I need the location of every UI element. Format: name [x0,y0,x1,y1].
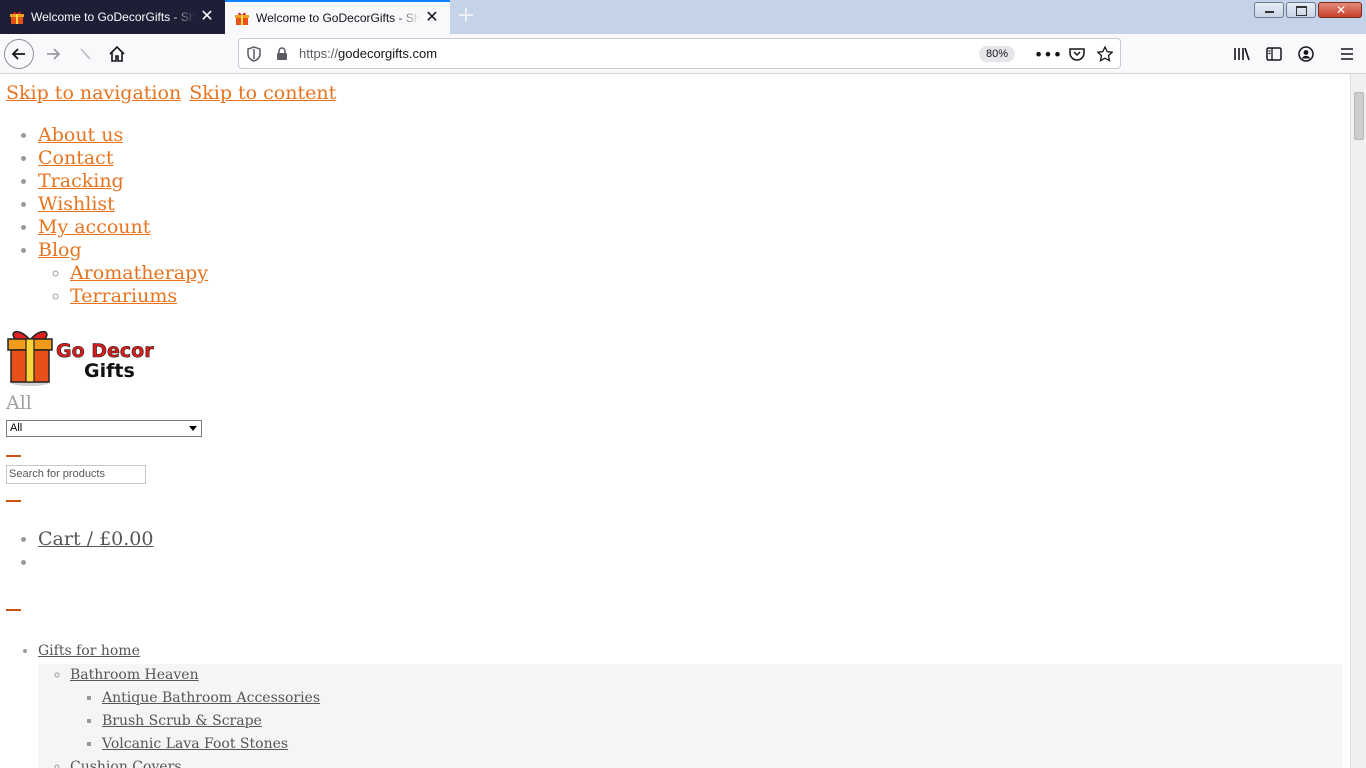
logo-text-line1: Go Decor [56,340,154,362]
my-account-link[interactable]: My account [38,216,150,238]
chevron-down-icon [189,426,197,431]
shield-icon[interactable] [245,45,263,63]
cart-menu: Cart / £0.00 [0,528,153,574]
skip-to-content-link[interactable]: Skip to content [189,82,336,104]
main-menu-item: Gifts for home Bathroom Heaven Antique B… [38,641,1350,768]
url-host: godecorgifts.com [338,46,438,61]
library-icon[interactable] [1231,43,1253,65]
search-input[interactable]: Search for products [6,465,146,484]
address-bar[interactable]: https://godecorgifts.com 80% ••• [238,38,1121,69]
top-menu-item: Blog Aromatherapy Terrariums [38,239,208,307]
cushion-covers-link[interactable]: Cushion Covers [70,756,182,768]
contact-link[interactable]: Contact [38,147,113,169]
sub-submenu-item: Brush Scrub & Scrape [102,710,1342,733]
wishlist-link[interactable]: Wishlist [38,193,115,215]
submenu-item: Bathroom Heaven Antique Bathroom Accesso… [70,664,1342,756]
site-logo[interactable]: Go Decor Gifts [6,326,158,388]
search-placeholder: Search for products [9,468,105,480]
window-controls: ✕ [1254,2,1362,18]
sub-submenu: Antique Bathroom Accessories Brush Scrub… [70,687,1342,756]
divider [6,500,21,502]
more-actions-icon[interactable]: ••• [1034,45,1062,64]
cart-item: Cart / £0.00 [38,528,153,551]
skip-to-navigation-link[interactable]: Skip to navigation [6,82,181,104]
navigation-toolbar: https://godecorgifts.com 80% ••• [0,34,1366,74]
top-menu-item: My account [38,216,208,239]
gifts-for-home-link[interactable]: Gifts for home [38,641,1350,661]
blog-submenu: Aromatherapy Terrariums [38,262,208,308]
scrollbar-thumb[interactable] [1354,92,1364,140]
url-text[interactable]: https://godecorgifts.com [299,46,437,61]
tab-title: Welcome to GoDecorGifts - Shop [256,11,420,25]
terrariums-link[interactable]: Terrariums [70,285,177,307]
cart-link[interactable]: Cart / £0.00 [38,528,153,550]
account-icon[interactable] [1295,43,1317,65]
home-icon[interactable] [102,39,132,69]
browser-tab-active[interactable]: Welcome to GoDecorGifts - Shop ✕ [225,0,450,34]
blog-link[interactable]: Blog [38,239,82,261]
zoom-badge[interactable]: 80% [979,46,1016,62]
cart-empty-item [38,551,153,574]
sub-submenu-item: Antique Bathroom Accessories [102,687,1342,710]
sub-submenu-item: Volcanic Lava Foot Stones [102,733,1342,756]
sidebar-icon[interactable] [1263,43,1285,65]
page-scrollbar[interactable] [1350,74,1366,768]
back-icon[interactable] [4,39,34,69]
submenu-item: Cushion Covers [70,756,1342,768]
gift-favicon-icon [235,11,249,25]
blog-submenu-item: Aromatherapy [70,262,208,285]
volcanic-lava-foot-stones-link[interactable]: Volcanic Lava Foot Stones [102,736,288,752]
divider [6,609,21,611]
minimize-icon[interactable] [1254,2,1284,18]
restore-icon[interactable] [1286,2,1316,18]
antique-bathroom-accessories-link[interactable]: Antique Bathroom Accessories [102,690,320,706]
close-tab-icon[interactable]: ✕ [199,9,215,25]
top-menu: About us Contact Tracking Wishlist My ac… [0,124,208,307]
divider [6,455,21,457]
tab-title: Welcome to GoDecorGifts - Shop [31,10,195,24]
about-us-link[interactable]: About us [38,124,123,146]
brush-scrub-scrape-link[interactable]: Brush Scrub & Scrape [102,713,262,729]
main-menu: Gifts for home Bathroom Heaven Antique B… [0,641,1350,768]
close-tab-icon[interactable]: ✕ [424,10,440,26]
bathroom-heaven-link[interactable]: Bathroom Heaven [70,664,199,687]
gift-favicon-icon [10,10,24,24]
page-content: Skip to navigation Skip to content About… [0,74,1350,768]
close-window-icon[interactable]: ✕ [1318,2,1362,18]
category-select[interactable]: All [6,420,202,437]
menu-icon[interactable] [1336,43,1358,65]
browser-tab[interactable]: Welcome to GoDecorGifts - Shop ✕ [0,0,225,34]
logo-text-line2: Gifts [84,360,135,382]
skip-links: Skip to navigation Skip to content [6,82,338,104]
pocket-icon[interactable] [1068,45,1086,63]
bookmark-star-icon[interactable] [1096,45,1114,63]
tracking-link[interactable]: Tracking [38,170,124,192]
new-tab-icon[interactable]: + [456,5,476,27]
aromatherapy-link[interactable]: Aromatherapy [70,262,208,284]
category-label: All [6,392,32,414]
category-select-value: All [10,422,23,434]
submenu: Bathroom Heaven Antique Bathroom Accesso… [38,664,1342,768]
top-menu-item: About us [38,124,208,147]
main-navigation: Gifts for home Bathroom Heaven Antique B… [0,641,1350,768]
tab-bar: Welcome to GoDecorGifts - Shop ✕ Welcome… [0,0,1366,34]
url-protocol: https:// [299,46,339,61]
lock-icon[interactable] [273,45,291,63]
top-menu-item: Wishlist [38,193,208,216]
blog-submenu-item: Terrariums [70,285,208,308]
forward-icon[interactable] [38,39,68,69]
top-menu-item: Tracking [38,170,208,193]
top-menu-item: Contact [38,147,208,170]
stop-loading-icon[interactable] [70,39,100,69]
